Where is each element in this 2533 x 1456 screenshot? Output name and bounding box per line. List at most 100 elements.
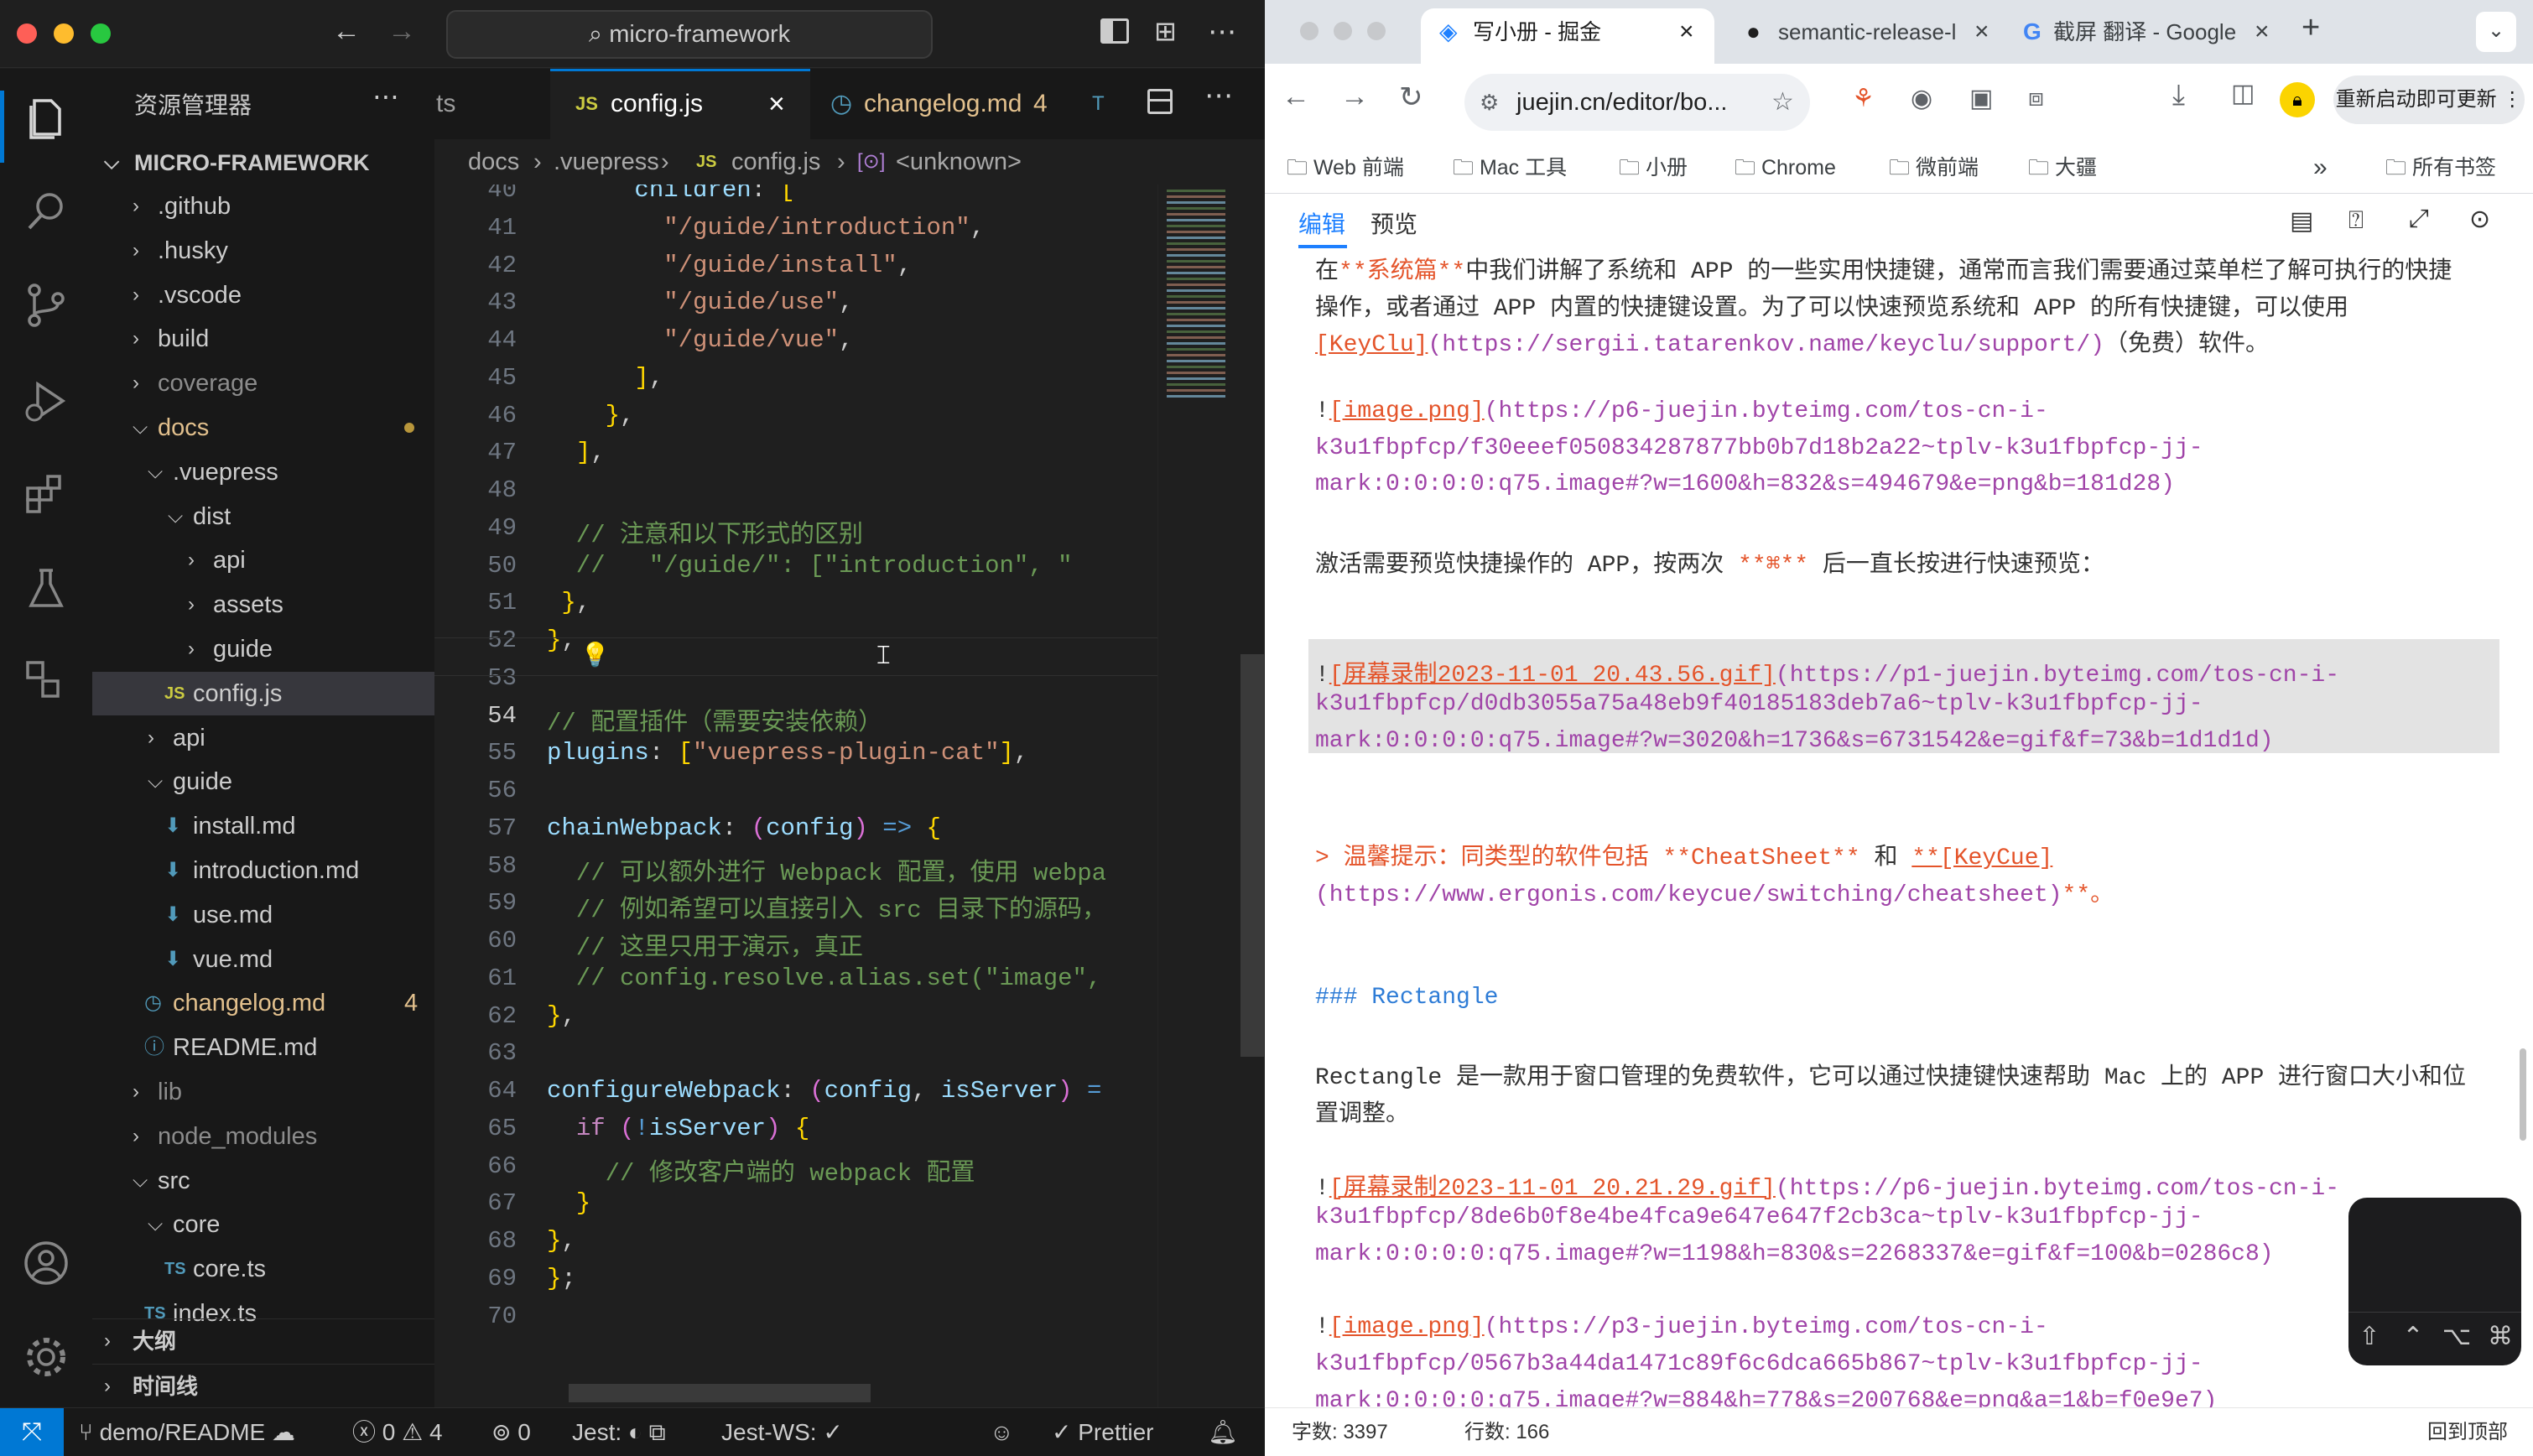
close-tab-icon[interactable]: × xyxy=(1974,8,1989,55)
tree-item[interactable]: JS config.js xyxy=(92,671,434,715)
timeline-section[interactable]: › 时间线 xyxy=(92,1364,434,1408)
bookmark-folder[interactable]: 🗀 小册 xyxy=(1619,143,1688,193)
close-tab-icon[interactable]: × xyxy=(768,71,785,137)
bookmark-folder[interactable]: 🗀 Web 前端 xyxy=(1287,143,1404,193)
accounts-icon[interactable] xyxy=(21,1238,71,1288)
reload-icon[interactable]: ↻ xyxy=(1399,81,1423,114)
editor-more-icon[interactable]: ⋯ xyxy=(1204,79,1233,112)
profile-avatar[interactable]: 🔒︎ xyxy=(2280,82,2315,117)
tree-item[interactable]: › lib xyxy=(92,1070,434,1114)
minimap[interactable] xyxy=(1157,185,1264,1407)
code-editor[interactable]: 40 children: [41 "/guide/introduction", 4… xyxy=(434,185,1265,1407)
breadcrumb-symbol[interactable]: <unknown> xyxy=(896,139,1022,185)
source-control-icon[interactable] xyxy=(21,280,71,330)
ports-status[interactable]: ⊚ 0 xyxy=(492,1408,531,1456)
close-window-button[interactable] xyxy=(1300,22,1319,40)
address-bar[interactable]: ⚙ juejin.cn/editor/bo... ☆ xyxy=(1464,74,1810,131)
tab-semantic-release[interactable]: ● semantic-release-l × xyxy=(1731,8,2008,64)
testing-icon[interactable] xyxy=(21,564,71,614)
more-actions-icon[interactable]: ⋯ xyxy=(1208,15,1236,49)
back-arrow-icon[interactable]: ← xyxy=(332,15,361,48)
extension-icon-2[interactable]: ◉ xyxy=(1911,84,1932,113)
minimize-window-button[interactable] xyxy=(1334,22,1352,40)
tree-item[interactable]: ⌵ dist xyxy=(92,495,434,538)
extensions-puzzle-icon[interactable]: ⧈ xyxy=(2028,84,2044,112)
side-panel-icon[interactable]: ◫ xyxy=(2231,79,2255,108)
horizontal-scrollbar-thumb[interactable] xyxy=(569,1384,871,1402)
tree-item[interactable]: ⌵ guide xyxy=(92,760,434,803)
remote-explorer-icon[interactable] xyxy=(21,656,71,706)
copilot-icon[interactable]: ☺ xyxy=(990,1408,1014,1456)
new-tab-plus-icon[interactable]: + xyxy=(2302,10,2320,46)
edit-tab[interactable]: 编辑 xyxy=(1298,206,1345,240)
tab-overflow[interactable]: T xyxy=(1079,69,1129,139)
customize-layout-icon[interactable]: ⊞ xyxy=(1154,15,1177,47)
tree-item[interactable]: ⌵ src xyxy=(92,1159,434,1203)
tab-changelog-md[interactable]: ◷ changelog.md 4 xyxy=(810,69,1079,139)
tree-item[interactable]: ⬇ install.md xyxy=(92,804,434,848)
run-debug-icon[interactable] xyxy=(21,376,71,426)
lightbulb-icon[interactable]: 💡 xyxy=(580,641,610,668)
bookmark-folder[interactable]: 🗀 微前端 xyxy=(1889,143,1979,193)
back-arrow-icon[interactable]: ← xyxy=(1282,81,1310,113)
tree-item[interactable]: ⬇ vue.md xyxy=(92,938,434,981)
settings-gear-icon[interactable] xyxy=(21,1332,71,1382)
github-icon[interactable]: ⊙ xyxy=(2469,205,2490,234)
forward-arrow-icon[interactable]: → xyxy=(1340,81,1369,113)
tree-item[interactable]: › node_modules xyxy=(92,1115,434,1158)
more-bookmarks-icon[interactable]: » xyxy=(2313,143,2328,193)
update-chrome-button[interactable]: 重新启动即可更新 ⋮ xyxy=(2333,75,2525,124)
tree-item[interactable]: ⬇ introduction.md xyxy=(92,849,434,892)
notifications-bell-icon[interactable]: 🔔︎ xyxy=(1208,1408,1238,1456)
markdown-editor-body[interactable]: 在**系统篇**中我们讲解了系统和 APP 的一些实用快捷键，通常而言我们需要通… xyxy=(1265,252,2533,1407)
editor-scrollbar-thumb[interactable] xyxy=(1240,654,1264,1057)
zoom-window-button[interactable] xyxy=(91,23,111,44)
close-tab-icon[interactable]: × xyxy=(1679,8,1694,55)
toggle-primary-sidebar-icon[interactable] xyxy=(1100,18,1129,44)
tree-item[interactable]: › api xyxy=(92,716,434,760)
prettier-status[interactable]: ✓ Prettier xyxy=(1052,1408,1154,1456)
tree-item[interactable]: ⓘ README.md xyxy=(92,1026,434,1069)
breadcrumb-docs[interactable]: docs xyxy=(468,139,519,185)
branch-status[interactable]: ⑂ demo/README ☁ xyxy=(79,1408,295,1456)
search-icon[interactable] xyxy=(21,186,71,237)
breadcrumb-config-js[interactable]: config.js xyxy=(731,139,820,185)
scrollbar-thumb[interactable] xyxy=(2520,1048,2526,1141)
jest-ws-status[interactable]: Jest-WS: ✓ xyxy=(721,1408,843,1456)
tree-item[interactable]: › guide xyxy=(92,627,434,671)
close-window-button[interactable] xyxy=(17,23,37,44)
tab-google-translate[interactable]: G 截屏 翻译 - Google × xyxy=(2011,8,2288,64)
preview-tab[interactable]: 预览 xyxy=(1371,206,1417,240)
tree-item[interactable]: › api xyxy=(92,538,434,582)
command-center-search[interactable]: ⌕ micro-framework xyxy=(446,10,933,59)
tree-item[interactable]: ⌵ docs xyxy=(92,406,434,450)
table-of-contents-icon[interactable]: ▤ xyxy=(2290,206,2313,236)
tree-item[interactable]: ◷ changelog.md 4 xyxy=(92,981,434,1025)
forward-arrow-icon[interactable]: → xyxy=(387,15,416,48)
tree-item[interactable]: › .github xyxy=(92,185,434,228)
outline-section[interactable]: › 大纲 xyxy=(92,1318,434,1363)
remote-indicator-icon[interactable]: ⤧ xyxy=(0,1408,64,1456)
help-icon[interactable]: ⍰ xyxy=(2348,206,2364,235)
tab-search-chevron-icon[interactable]: ⌄ xyxy=(2476,12,2516,52)
jest-status[interactable]: Jest: ◐ ⧉ xyxy=(572,1408,666,1456)
tab-juejin[interactable]: ◈ 写小册 - 掘金 × xyxy=(1421,8,1714,64)
zoom-window-button[interactable] xyxy=(1367,22,1386,40)
download-icon[interactable]: ⤓ xyxy=(2172,79,2185,112)
tree-item[interactable]: TS core.ts xyxy=(92,1247,434,1291)
sidebar-more-icon[interactable]: ⋯ xyxy=(372,81,399,112)
breadcrumb-vuepress[interactable]: .vuepress xyxy=(554,139,659,185)
tree-item[interactable]: › .husky xyxy=(92,229,434,273)
problems-status[interactable]: ⓧ 0 ⚠ 4 xyxy=(352,1408,443,1456)
tree-item[interactable]: ⌵ core xyxy=(92,1203,434,1246)
site-info-icon[interactable]: ⚙ xyxy=(1480,74,1499,131)
extension-icon-1[interactable]: ⚘ xyxy=(1852,84,1875,113)
extension-icon-3[interactable]: ▣ xyxy=(1969,84,1993,113)
tree-item[interactable]: ⌵ .vuepress xyxy=(92,450,434,494)
extensions-icon[interactable] xyxy=(21,470,71,520)
tree-item[interactable]: › coverage xyxy=(92,361,434,405)
all-bookmarks[interactable]: 🗀 所有书签 xyxy=(2385,143,2496,193)
tree-item[interactable]: › assets xyxy=(92,583,434,627)
minimize-window-button[interactable] xyxy=(54,23,74,44)
back-to-top-link[interactable]: 回到顶部 xyxy=(2427,1408,2508,1456)
